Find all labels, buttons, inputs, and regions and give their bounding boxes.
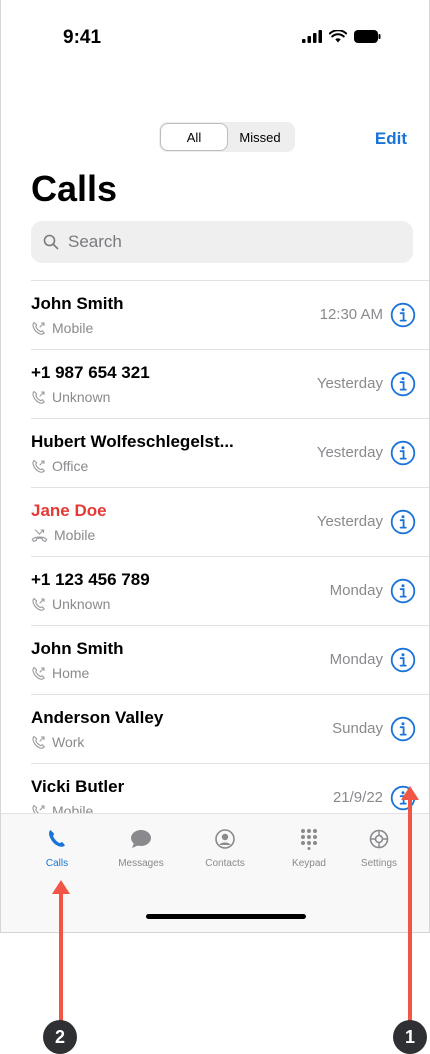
tab-label: Calls	[45, 858, 69, 869]
person-circle-icon	[215, 829, 235, 849]
arrow-shaft	[408, 798, 412, 1032]
caller-name: Jane Doe	[31, 501, 107, 520]
call-row[interactable]: Hubert Wolfeschlegelst... Office Yesterd…	[31, 419, 429, 488]
caller-name: John Smith	[31, 639, 124, 658]
page-title: Calls	[31, 168, 118, 209]
call-type-label: Mobile	[52, 320, 94, 336]
tab-label: Messages	[118, 858, 164, 869]
call-type: Unknown	[31, 596, 122, 612]
wifi-icon	[329, 30, 347, 43]
caller-name: Hubert Wolfeschlegelst...	[31, 432, 234, 451]
cellular-signal-icon	[302, 30, 322, 43]
call-type-label: Office	[52, 458, 89, 474]
callout-badge-1: 1	[393, 1020, 427, 1054]
caller-name: Anderson Valley	[31, 708, 164, 727]
home-indicator	[146, 914, 306, 919]
phone-outgoing-icon	[32, 597, 45, 611]
caller-name: +1 123 456 789	[31, 570, 150, 589]
call-time: Yesterday	[316, 444, 383, 461]
call-type: Mobile	[31, 320, 122, 336]
call-time: Yesterday	[316, 513, 383, 530]
call-type: Office	[31, 458, 122, 474]
call-type-label: Mobile	[54, 527, 96, 543]
call-filter-segmented-control: All Missed	[159, 122, 295, 152]
call-row[interactable]: +1 123 456 789 Unknown Monday	[31, 557, 429, 626]
call-time: 12:30 AM	[319, 306, 383, 323]
search-icon	[43, 234, 59, 250]
search-input[interactable]	[66, 231, 370, 253]
tab-keypad[interactable]: Keypad	[266, 828, 352, 869]
phone-outgoing-icon	[32, 735, 45, 749]
info-icon[interactable]	[390, 509, 416, 535]
call-row[interactable]: John Smith Mobile 12:30 AM	[31, 281, 429, 350]
call-type: Work	[31, 734, 122, 750]
status-time: 9:41	[63, 27, 102, 48]
call-time: 21/9/22	[332, 789, 383, 806]
call-type: Unknown	[31, 389, 122, 405]
phone-outgoing-icon	[32, 459, 45, 473]
info-icon[interactable]	[390, 716, 416, 742]
recent-calls-list: John Smith Mobile 12:30 AM +1 987 654 32…	[31, 280, 429, 833]
info-icon[interactable]	[390, 302, 416, 328]
call-time: Monday	[329, 651, 383, 668]
chat-bubble-icon	[131, 830, 151, 848]
segment-missed[interactable]: Missed	[227, 124, 293, 150]
call-type-label: Unknown	[52, 596, 111, 612]
call-type: Home	[31, 665, 122, 681]
info-icon[interactable]	[390, 578, 416, 604]
call-row[interactable]: +1 987 654 321 Unknown Yesterday	[31, 350, 429, 419]
tab-calls[interactable]: Calls	[14, 828, 100, 869]
tab-label: Keypad	[292, 858, 326, 869]
info-icon[interactable]	[390, 440, 416, 466]
call-type-label: Work	[52, 734, 85, 750]
status-bar: 9:41	[1, 0, 429, 80]
caller-name: +1 987 654 321	[31, 363, 150, 382]
call-time: Sunday	[332, 720, 383, 737]
tab-label: Settings	[360, 858, 398, 869]
missed-call-icon	[31, 528, 48, 542]
segment-all[interactable]: All	[161, 124, 227, 150]
edit-button[interactable]: Edit	[375, 129, 407, 149]
phone-icon	[49, 830, 65, 847]
info-icon[interactable]	[390, 371, 416, 397]
call-type-label: Unknown	[52, 389, 111, 405]
battery-icon	[354, 30, 381, 43]
gear-icon	[369, 829, 389, 849]
keypad-icon	[301, 829, 317, 850]
call-type-label: Home	[52, 665, 90, 681]
tab-label: Contacts	[205, 858, 245, 869]
call-type: Mobile	[31, 527, 124, 543]
status-icons	[302, 30, 381, 43]
call-row[interactable]: John Smith Home Monday	[31, 626, 429, 695]
caller-name: Vicki Butler	[31, 777, 125, 796]
call-row-missed[interactable]: Jane Doe Mobile Yesterday	[31, 488, 429, 557]
caller-name: John Smith	[31, 294, 124, 313]
info-icon[interactable]	[390, 647, 416, 673]
search-bar[interactable]	[31, 221, 413, 263]
call-row[interactable]: Anderson Valley Work Sunday	[31, 695, 429, 764]
callout-badge-2: 2	[43, 1020, 77, 1054]
tab-contacts[interactable]: Contacts	[182, 828, 268, 869]
phone-outgoing-icon	[32, 321, 45, 335]
call-time: Monday	[329, 582, 383, 599]
phone-screen: 9:41 All Missed Edit Calls Search John S…	[0, 0, 430, 933]
call-time: Yesterday	[316, 375, 383, 392]
tab-messages[interactable]: Messages	[98, 828, 184, 869]
phone-outgoing-icon	[32, 666, 45, 680]
tab-settings[interactable]: Settings	[341, 828, 417, 869]
phone-outgoing-icon	[32, 390, 45, 404]
arrow-shaft	[59, 892, 63, 1032]
tab-bar: Calls Messages Contacts Keypad Settings	[1, 813, 429, 932]
